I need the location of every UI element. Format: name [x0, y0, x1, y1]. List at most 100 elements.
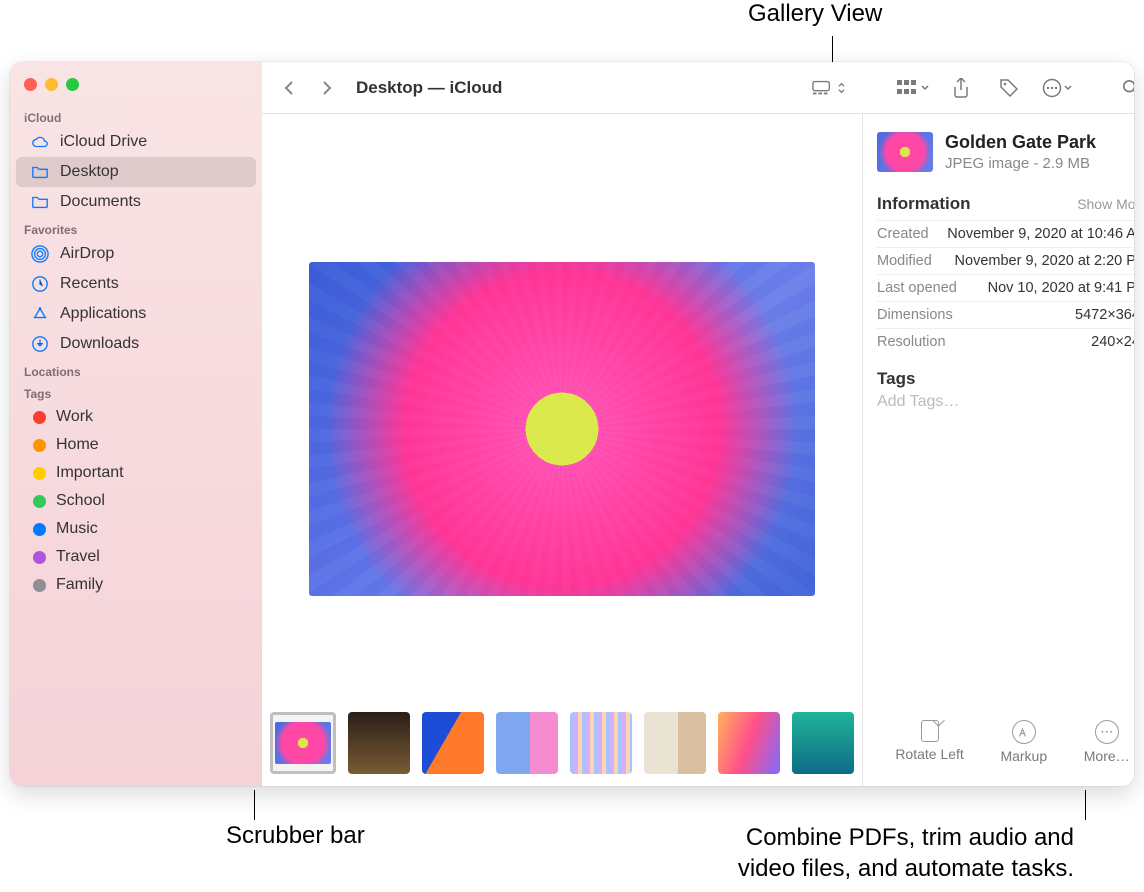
sidebar-item-applications[interactable]: Applications — [16, 299, 256, 329]
share-button[interactable] — [944, 73, 978, 103]
scrubber-bar[interactable] — [262, 704, 862, 786]
info-value: Nov 10, 2020 at 9:41 PM — [988, 280, 1134, 296]
search-button[interactable] — [1114, 73, 1134, 103]
show-more-link[interactable]: Show More — [1077, 196, 1134, 212]
search-icon — [1122, 79, 1134, 97]
sidebar-item-label: Travel — [56, 548, 100, 566]
folder-icon — [30, 162, 50, 182]
gallery-view-button[interactable] — [812, 73, 846, 103]
sidebar-item-label: Applications — [60, 305, 146, 323]
sidebar-tag-important[interactable]: Important — [16, 459, 256, 487]
sidebar-section-favorites: Favorites — [10, 217, 262, 239]
info-value: November 9, 2020 at 10:46 AM — [947, 226, 1134, 242]
sidebar-item-downloads[interactable]: Downloads — [16, 329, 256, 359]
callout-scrubber: Scrubber bar — [226, 822, 365, 850]
sidebar-tag-home[interactable]: Home — [16, 431, 256, 459]
gallery-view-icon — [812, 80, 834, 96]
sidebar-item-icloud-drive[interactable]: iCloud Drive — [16, 127, 256, 157]
preview-image[interactable] — [309, 262, 815, 596]
forward-button[interactable] — [312, 74, 340, 102]
tags-label: Tags — [877, 369, 1134, 389]
chevron-right-icon — [318, 80, 334, 96]
info-value: November 9, 2020 at 2:20 PM — [955, 253, 1134, 269]
sidebar-item-desktop[interactable]: Desktop — [16, 157, 256, 187]
tag-dot-icon — [33, 495, 46, 508]
sidebar-item-label: Desktop — [60, 163, 119, 181]
tag-dot-icon — [33, 523, 46, 536]
tags-button[interactable] — [992, 73, 1026, 103]
scrubber-thumb[interactable] — [570, 712, 632, 774]
markup-action[interactable]: Markup — [1000, 720, 1047, 764]
preview-canvas — [262, 114, 862, 704]
sidebar-tag-music[interactable]: Music — [16, 515, 256, 543]
info-key: Dimensions — [877, 307, 953, 323]
folder-icon — [30, 192, 50, 212]
sidebar-tag-travel[interactable]: Travel — [16, 543, 256, 571]
sidebar-tag-work[interactable]: Work — [16, 403, 256, 431]
window-controls — [10, 72, 262, 105]
sidebar-item-label: AirDrop — [60, 245, 114, 263]
info-value: 5472×3648 — [1075, 307, 1134, 323]
callout-line — [1085, 790, 1086, 820]
sidebar-section-icloud: iCloud — [10, 105, 262, 127]
rotate-left-icon — [921, 720, 939, 742]
inspector-thumbnail — [877, 132, 933, 172]
updown-icon — [837, 81, 846, 95]
scrubber-thumb[interactable] — [496, 712, 558, 774]
back-button[interactable] — [276, 74, 304, 102]
maximize-button[interactable] — [66, 78, 79, 91]
more-action[interactable]: ⋯ More… — [1084, 720, 1130, 764]
thumb-image — [275, 722, 331, 764]
tag-dot-icon — [33, 439, 46, 452]
tags-input[interactable]: Add Tags… — [877, 393, 1134, 411]
sidebar-section-tags: Tags — [10, 381, 262, 403]
info-key: Resolution — [877, 334, 946, 350]
sidebar-item-recents[interactable]: Recents — [16, 269, 256, 299]
tag-dot-icon — [33, 551, 46, 564]
tag-icon — [999, 78, 1019, 98]
chevron-down-icon — [921, 84, 929, 92]
action-button[interactable] — [1040, 73, 1074, 103]
main-area: Desktop — iCloud — [262, 62, 1134, 786]
inspector-panel: Golden Gate Park JPEG image - 2.9 MB Inf… — [862, 114, 1134, 786]
scrubber-thumb[interactable] — [348, 712, 410, 774]
clock-icon — [30, 274, 50, 294]
scrubber-thumb[interactable] — [422, 712, 484, 774]
scrubber-thumb[interactable] — [270, 712, 336, 774]
sidebar-item-documents[interactable]: Documents — [16, 187, 256, 217]
chevron-down-icon — [1064, 84, 1072, 92]
ellipsis-circle-icon — [1042, 78, 1062, 98]
info-row: Dimensions 5472×3648 — [877, 301, 1134, 328]
cloud-icon — [30, 132, 50, 152]
window-title: Desktop — iCloud — [356, 78, 502, 98]
rotate-left-action[interactable]: Rotate Left — [895, 720, 964, 764]
info-row: Last openedNov 10, 2020 at 9:41 PM — [877, 274, 1134, 301]
sidebar-item-label: School — [56, 492, 105, 510]
group-button[interactable] — [896, 73, 930, 103]
sidebar-item-label: Recents — [60, 275, 119, 293]
finder-window: iCloud iCloud Drive Desktop Documents Favo… — [10, 62, 1134, 786]
airdrop-icon — [30, 244, 50, 264]
sidebar-tag-family[interactable]: Family — [16, 571, 256, 599]
sidebar-item-label: Home — [56, 436, 99, 454]
sidebar-tag-school[interactable]: School — [16, 487, 256, 515]
download-icon — [30, 334, 50, 354]
apps-icon — [30, 304, 50, 324]
tag-dot-icon — [33, 467, 46, 480]
sidebar-item-airdrop[interactable]: AirDrop — [16, 239, 256, 269]
scrubber-thumb[interactable] — [792, 712, 854, 774]
minimize-button[interactable] — [45, 78, 58, 91]
content: Golden Gate Park JPEG image - 2.9 MB Inf… — [262, 114, 1134, 786]
group-icon — [897, 80, 919, 96]
tag-dot-icon — [33, 579, 46, 592]
markup-icon — [1012, 720, 1036, 744]
close-button[interactable] — [24, 78, 37, 91]
ellipsis-icon: ⋯ — [1095, 720, 1119, 744]
scrubber-thumb[interactable] — [644, 712, 706, 774]
inspector-filename: Golden Gate Park — [945, 132, 1096, 153]
sidebar-section-locations: Locations — [10, 359, 262, 381]
preview-area — [262, 114, 862, 786]
scrubber-thumb[interactable] — [718, 712, 780, 774]
info-row: Resolution240×240 — [877, 328, 1134, 355]
sidebar-item-label: iCloud Drive — [60, 133, 147, 151]
